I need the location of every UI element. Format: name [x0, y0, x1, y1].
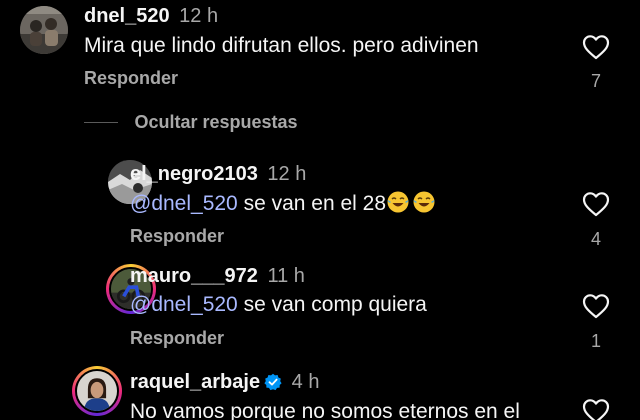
heart-icon[interactable] [582, 293, 610, 319]
like-count: 7 [590, 71, 601, 91]
reply-text: No vamos porque no somos eternos en el [130, 400, 520, 420]
heart-icon[interactable] [582, 34, 610, 60]
reply-meta: raquel_arbaje 4 h [130, 370, 319, 394]
timestamp: 4 h [291, 371, 320, 393]
heart-icon[interactable] [582, 398, 610, 420]
divider-line [84, 122, 118, 123]
timestamp: 12 h [179, 5, 219, 27]
avatar-photo-icon [77, 371, 117, 411]
like-count: 4 [590, 229, 601, 249]
comments-panel: dnel_520 12 h Mira que lindo difrutan el… [0, 0, 640, 420]
reply-button[interactable]: Responder [84, 67, 178, 89]
username[interactable]: raquel_arbaje [130, 371, 260, 393]
mention-link[interactable]: @dnel_520 [130, 192, 238, 215]
username[interactable]: mauro___972 [130, 265, 258, 287]
hide-replies-button[interactable]: Ocultar respuestas [84, 112, 298, 136]
timestamp: 11 h [267, 265, 305, 287]
reply-button[interactable]: Responder [130, 327, 224, 349]
mention-link[interactable]: @dnel_520 [130, 293, 238, 316]
like-count: 1 [590, 331, 601, 351]
avatar[interactable] [20, 6, 68, 54]
reply-button[interactable]: Responder [130, 225, 224, 247]
avatar[interactable] [75, 369, 119, 413]
username[interactable]: el_negro2103 [130, 163, 258, 185]
timestamp: 12 h [267, 163, 307, 185]
avatar-photo-icon [20, 6, 68, 54]
face-with-tears-of-joy-icon [387, 191, 409, 213]
reply-text: @dnel_520 se van comp quiera [130, 292, 427, 318]
comment-text: Mira que lindo difrutan ellos. pero adiv… [84, 34, 479, 57]
heart-icon[interactable] [582, 191, 610, 217]
comment-meta: dnel_520 12 h [84, 4, 218, 28]
reply-body: se van en el 28 [237, 192, 387, 215]
username[interactable]: dnel_520 [84, 5, 170, 27]
reply-body: se van comp quiera [237, 293, 427, 316]
reply-meta: el_negro2103 12 h [130, 162, 306, 186]
verified-badge-icon [264, 373, 282, 391]
face-with-tears-of-joy-icon [413, 191, 435, 213]
hide-replies-label: Ocultar respuestas [134, 112, 298, 132]
reply-meta: mauro___972 11 h [130, 264, 305, 288]
reply-text: @dnel_520 se van en el 28 [130, 190, 436, 217]
